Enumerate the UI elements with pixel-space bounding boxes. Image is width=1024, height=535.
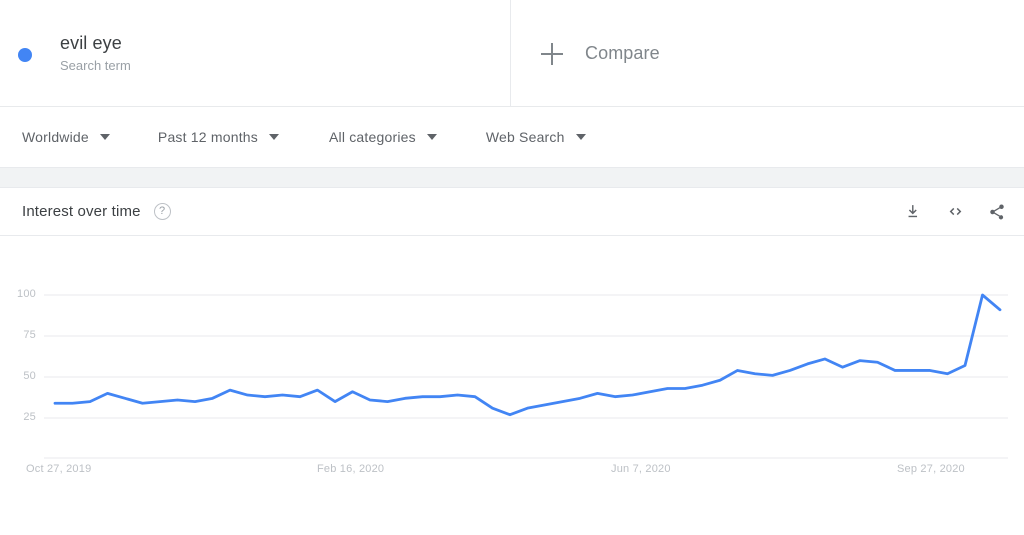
compare-label: Compare <box>585 43 660 63</box>
y-axis-tick-label: 25 <box>23 411 36 423</box>
filter-location[interactable]: Worldwide <box>22 107 110 167</box>
compare-button[interactable]: Compare <box>511 0 1024 107</box>
filter-time-range[interactable]: Past 12 months <box>158 107 279 167</box>
x-axis-tick-label: Oct 27, 2019 <box>26 463 92 475</box>
download-icon[interactable] <box>902 201 924 223</box>
y-axis-tick-label: 50 <box>23 370 36 382</box>
chart-header: Interest over time ? <box>0 188 1024 236</box>
help-icon[interactable]: ? <box>153 203 171 220</box>
google-trends-page: evil eye Search term Compare Worldwide P… <box>0 0 1024 535</box>
chevron-down-icon <box>575 134 586 140</box>
series-color-dot <box>18 47 32 62</box>
y-axis-tick-label: 75 <box>23 329 36 341</box>
filter-location-label: Worldwide <box>22 129 89 145</box>
search-terms-bar: evil eye Search term Compare <box>0 0 1024 107</box>
chevron-down-icon <box>99 134 110 140</box>
embed-icon[interactable] <box>944 201 966 223</box>
chevron-down-icon <box>426 134 437 140</box>
trend-line-chart <box>44 293 1008 459</box>
search-term-text: evil eye Search term <box>60 32 131 75</box>
filters-bar: Worldwide Past 12 months All categories … <box>0 107 1024 168</box>
page-bottom-padding <box>0 509 1024 535</box>
search-term-type: Search term <box>60 58 131 73</box>
chart-actions <box>902 201 1008 223</box>
search-term-card[interactable]: evil eye Search term <box>0 0 511 107</box>
chart-plot-area[interactable]: 100 75 50 25 Oct 27, 2019 Feb 16, 2020 Jun 7,… <box>0 236 1024 509</box>
search-term-label: evil eye <box>60 33 122 53</box>
filter-search-type-label: Web Search <box>485 129 565 145</box>
plus-icon <box>541 42 563 65</box>
chevron-down-icon <box>268 134 279 140</box>
y-axis-tick-label: 100 <box>17 288 36 300</box>
filter-category[interactable]: All categories <box>329 107 437 167</box>
x-axis-tick-label: Jun 7, 2020 <box>611 463 671 475</box>
filter-time-range-label: Past 12 months <box>157 129 258 145</box>
filter-category-label: All categories <box>328 129 416 145</box>
filter-search-type[interactable]: Web Search <box>486 107 586 167</box>
interest-over-time-card: Interest over time ? 100 75 50 25 Oct 27… <box>0 187 1024 509</box>
section-divider <box>0 168 1024 187</box>
share-icon[interactable] <box>986 201 1008 223</box>
chart-title: Interest over time <box>22 203 141 220</box>
x-axis-tick-label: Sep 27, 2020 <box>897 463 965 475</box>
x-axis-tick-label: Feb 16, 2020 <box>317 463 385 475</box>
